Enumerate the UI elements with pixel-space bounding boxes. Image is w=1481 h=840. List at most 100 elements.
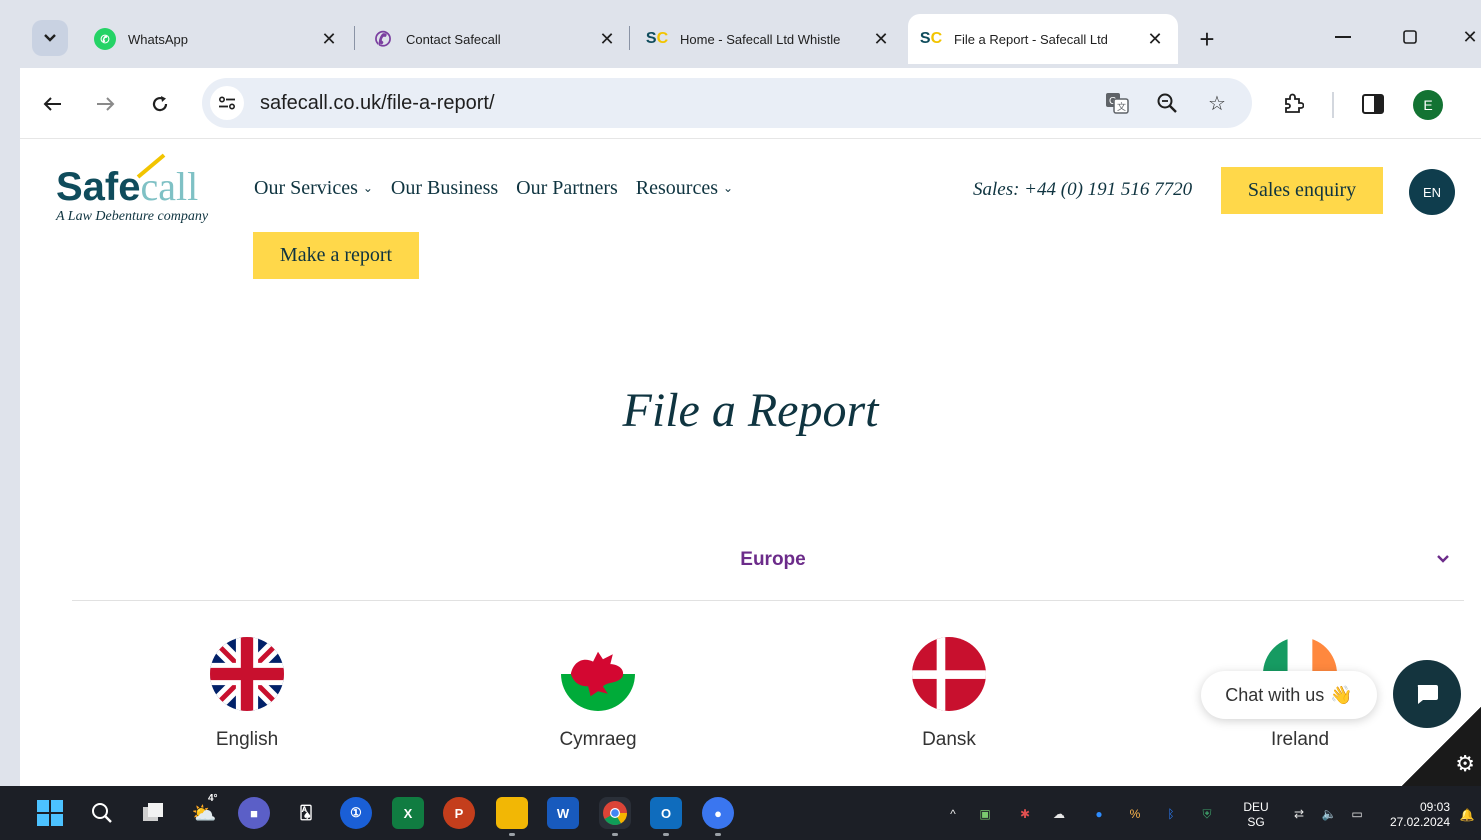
- excel-icon[interactable]: X: [392, 797, 424, 829]
- language-card-cymraeg[interactable]: Cymraeg: [518, 637, 678, 751]
- file-explorer-icon[interactable]: [496, 797, 528, 836]
- solitaire-icon[interactable]: 🂡: [290, 797, 322, 829]
- bookmark-star-icon[interactable]: ☆: [1202, 88, 1232, 118]
- maximize-icon: [1403, 30, 1417, 44]
- nav-resources[interactable]: Resources ⌄: [636, 177, 733, 200]
- new-tab-button[interactable]: +: [1192, 24, 1222, 54]
- tab-title: WhatsApp: [128, 31, 188, 47]
- security-shield-icon[interactable]: ⛨: [1198, 805, 1216, 823]
- maximize-button[interactable]: [1390, 22, 1430, 52]
- tab-search-button[interactable]: [32, 20, 68, 56]
- language-name: English: [215, 729, 279, 750]
- show-hidden-icons-chevron-icon[interactable]: ^: [944, 805, 962, 823]
- search-button[interactable]: [86, 797, 118, 829]
- tab-whatsapp[interactable]: ✆ WhatsApp ✕: [82, 14, 352, 64]
- tab-safecall-home[interactable]: SC Home - Safecall Ltd Whistle ✕: [634, 14, 904, 64]
- weather-widget[interactable]: ⛅ 4°: [188, 793, 220, 829]
- browser-toolbar: safecall.co.uk/file-a-report/ G文 ☆ E: [20, 68, 1481, 138]
- logo-tagline: A Law Debenture company: [56, 209, 209, 224]
- tab-contact-safecall[interactable]: ✆ Contact Safecall ✕: [360, 14, 630, 64]
- sales-phone[interactable]: Sales: +44 (0) 191 516 7720: [973, 179, 1192, 201]
- language-code: DEU: [1243, 800, 1269, 814]
- toolbar-divider: [1332, 92, 1334, 118]
- tab-title: Home - Safecall Ltd Whistle: [680, 31, 841, 47]
- keyboard-language[interactable]: DEU SG: [1238, 800, 1274, 830]
- close-window-button[interactable]: ✕: [1450, 22, 1481, 52]
- safecall-logo[interactable]: Safecall A Law Debenture company: [56, 153, 209, 225]
- clock[interactable]: 09:03 27.02.2024: [1380, 800, 1450, 830]
- tab-separator: [354, 26, 355, 50]
- volume-icon[interactable]: 🔈: [1320, 805, 1338, 823]
- windows-icon: [37, 800, 63, 826]
- url-text[interactable]: safecall.co.uk/file-a-report/: [260, 92, 495, 115]
- tab-file-a-report[interactable]: SC File a Report - Safecall Ltd ✕: [908, 14, 1178, 64]
- nav-label: Resources: [635, 177, 718, 199]
- nav-our-business[interactable]: Our Business: [391, 177, 498, 200]
- translate-icon[interactable]: G文: [1102, 88, 1132, 118]
- close-icon[interactable]: ✕: [870, 28, 892, 50]
- uk-flag-icon: [210, 637, 284, 711]
- chat-prompt-bubble[interactable]: Chat with us 👋: [1201, 671, 1377, 719]
- profile-avatar[interactable]: E: [1413, 90, 1443, 120]
- whatsapp-icon: ✆: [94, 28, 116, 50]
- keyboard-layout: SG: [1247, 815, 1265, 829]
- outlook-icon[interactable]: O: [650, 797, 682, 836]
- teams-chat-icon[interactable]: ■: [238, 797, 270, 829]
- forward-button[interactable]: [90, 88, 122, 120]
- language-card-dansk[interactable]: Dansk: [869, 637, 1029, 751]
- close-icon[interactable]: ✕: [318, 28, 340, 50]
- password-manager-icon[interactable]: ①: [340, 797, 372, 829]
- close-icon[interactable]: ✕: [596, 28, 618, 50]
- back-button[interactable]: [36, 88, 68, 120]
- network-icon[interactable]: ⇄: [1290, 805, 1308, 823]
- bluetooth-icon[interactable]: ᛒ: [1162, 805, 1180, 823]
- reload-button[interactable]: [144, 88, 176, 120]
- language-name: Ireland: [1270, 729, 1330, 750]
- signal-icon[interactable]: ●: [702, 797, 734, 836]
- notification-bell-icon[interactable]: 🔔: [1458, 806, 1476, 824]
- weather-temp: 4°: [208, 793, 218, 804]
- clock-date: 27.02.2024: [1389, 815, 1450, 829]
- language-card-english[interactable]: English: [167, 637, 327, 751]
- chrome-icon[interactable]: [599, 797, 631, 836]
- tray-app-icon[interactable]: ✱: [1016, 805, 1034, 823]
- minimize-button[interactable]: [1323, 22, 1363, 52]
- start-button[interactable]: [34, 797, 66, 829]
- nav-our-services[interactable]: Our Services ⌄: [254, 177, 373, 200]
- chat-label: Chat with us: [1225, 684, 1325, 705]
- zoom-icon[interactable]: [1152, 88, 1182, 118]
- tray-app-icon[interactable]: ☁: [1050, 805, 1068, 823]
- chevron-down-icon[interactable]: [1436, 551, 1450, 569]
- site-info-icon[interactable]: [210, 86, 244, 120]
- language-name: Cymraeg: [559, 729, 637, 750]
- battery-icon[interactable]: ▭: [1348, 805, 1366, 823]
- make-report-button[interactable]: Make a report: [253, 232, 419, 279]
- region-divider: [72, 600, 1464, 601]
- nav-our-partners[interactable]: Our Partners: [516, 177, 618, 200]
- safecall-icon: SC: [919, 30, 943, 47]
- address-bar[interactable]: safecall.co.uk/file-a-report/ G文 ☆: [202, 78, 1252, 128]
- page-title: File a Report: [622, 384, 879, 437]
- extensions-icon[interactable]: [1277, 88, 1309, 120]
- tray-app-icon[interactable]: %: [1126, 805, 1144, 823]
- side-panel-icon[interactable]: [1357, 88, 1389, 120]
- language-selector[interactable]: EN: [1409, 169, 1455, 215]
- tune-icon: [218, 96, 236, 110]
- tab-strip: ✆ WhatsApp ✕ ✆ Contact Safecall ✕ SC Hom…: [20, 0, 1481, 68]
- denmark-flag-icon: [912, 637, 986, 711]
- nav-label: Our Partners: [516, 177, 618, 199]
- zoom-tray-icon[interactable]: ●: [1090, 805, 1108, 823]
- sales-enquiry-button[interactable]: Sales enquiry: [1221, 167, 1383, 214]
- powerpoint-icon[interactable]: P: [443, 797, 475, 829]
- close-icon[interactable]: ✕: [1144, 28, 1166, 50]
- region-accordion-header[interactable]: Europe: [20, 549, 1481, 571]
- wales-flag-icon: [561, 637, 635, 711]
- word-icon[interactable]: W: [547, 797, 579, 829]
- arrow-right-icon: [97, 97, 115, 111]
- settings-corner[interactable]: ⚙: [1401, 707, 1481, 786]
- weather-icon: ⛅: [191, 802, 217, 825]
- svg-text:文: 文: [1117, 101, 1126, 112]
- task-view-button[interactable]: [138, 797, 170, 829]
- tray-app-icon[interactable]: ▣: [976, 805, 994, 823]
- nav-label: Our Business: [390, 177, 499, 199]
